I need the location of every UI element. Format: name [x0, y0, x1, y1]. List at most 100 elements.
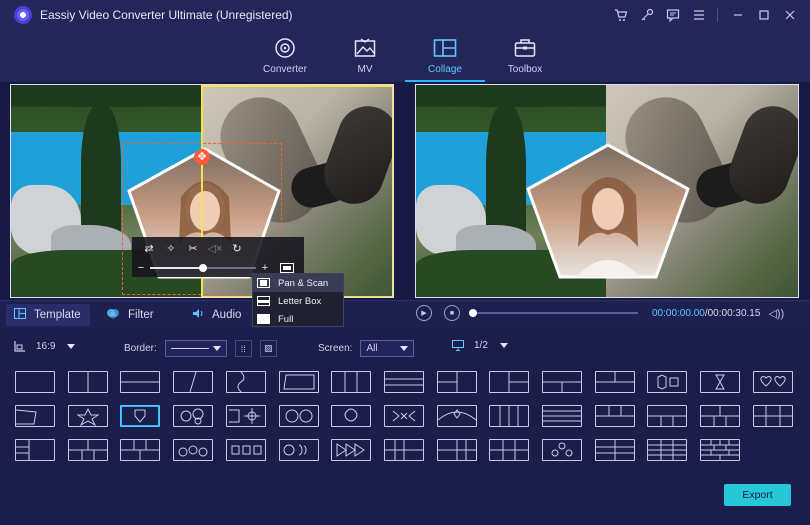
close-icon[interactable] [778, 3, 802, 27]
dropdown-item-letter-box[interactable]: Letter Box [253, 292, 343, 310]
dropdown-item-pan-scan[interactable]: Pan & Scan [253, 274, 343, 292]
template-layout-icon [231, 445, 262, 455]
collage-template-option[interactable] [542, 371, 582, 393]
template-layout-icon [648, 440, 687, 460]
chevron-down-icon [212, 346, 221, 351]
timeline-handle[interactable] [469, 309, 477, 317]
collage-template-option[interactable] [331, 405, 372, 427]
template-layout-icon [648, 415, 687, 426]
zoom-slider-handle[interactable] [199, 264, 207, 272]
border-style-select[interactable] [164, 340, 227, 357]
collage-template-option[interactable] [383, 439, 424, 461]
template-layout-icon [344, 408, 358, 422]
collage-template-option[interactable] [331, 439, 372, 461]
screen-select[interactable]: All [360, 340, 415, 357]
collage-template-option[interactable] [225, 439, 266, 461]
template-layout-icon [336, 443, 366, 457]
cart-icon[interactable] [609, 3, 633, 27]
collage-template-option[interactable] [647, 371, 688, 393]
collage-template-option[interactable] [436, 405, 477, 427]
template-layout-icon [180, 408, 204, 425]
collage-template-option[interactable] [436, 439, 477, 461]
stop-icon[interactable]: ■ [444, 305, 460, 321]
collage-template-option[interactable] [67, 405, 108, 427]
volume-icon[interactable]: ◁)) [768, 307, 784, 320]
collage-preview-canvas [415, 84, 799, 298]
tab-audio[interactable]: Audio [184, 304, 249, 326]
collage-template-option[interactable] [120, 405, 161, 427]
collage-template-option[interactable] [15, 405, 55, 427]
collage-template-option[interactable] [173, 439, 214, 461]
collage-template-option[interactable] [120, 439, 161, 461]
nav-converter[interactable]: Converter [245, 30, 325, 82]
collage-template-option[interactable] [436, 371, 477, 393]
nav-label: Converter [263, 64, 307, 75]
tab-filter[interactable]: Filter [98, 304, 162, 326]
collage-edit-canvas[interactable]: ✥ ⇄ ✧ ✂ ◁× ↻ − + [10, 84, 394, 298]
border-pattern-icon[interactable]: ▨ [259, 340, 277, 357]
export-button[interactable]: Export [724, 484, 791, 506]
template-layout-icon [595, 440, 634, 460]
cut-icon[interactable]: ✂ [182, 241, 204, 257]
swap-icon[interactable]: ⇄ [138, 241, 160, 257]
full-icon [257, 314, 270, 324]
collage-template-option[interactable] [173, 371, 214, 393]
play-icon[interactable]: ▶ [416, 305, 432, 321]
nav-toolbox[interactable]: Toolbox [485, 30, 565, 82]
collage-template-option[interactable] [752, 405, 793, 427]
collage-template-option[interactable] [594, 439, 635, 461]
window-controls [607, 0, 802, 30]
collage-template-option[interactable] [225, 405, 266, 427]
border-grid-icon[interactable]: ⁞⁞ [234, 340, 252, 357]
collage-template-option[interactable] [278, 371, 319, 393]
chat-icon[interactable] [661, 3, 685, 27]
collage-template-option[interactable] [67, 371, 108, 393]
collage-template-option[interactable] [489, 405, 530, 427]
nav-mv[interactable]: MV [325, 30, 405, 82]
collage-template-option[interactable] [700, 405, 741, 427]
collage-template-option[interactable] [278, 405, 319, 427]
mute-icon[interactable]: ◁× [204, 241, 226, 257]
collage-template-option[interactable] [542, 439, 582, 461]
collage-template-option[interactable] [700, 371, 741, 393]
collage-template-option[interactable] [331, 371, 372, 393]
collage-template-option[interactable] [594, 405, 635, 427]
maximize-icon[interactable] [752, 3, 776, 27]
collage-template-option[interactable] [15, 371, 55, 393]
collage-template-option[interactable] [647, 439, 688, 461]
template-layout-icon [760, 376, 786, 387]
rotate-icon[interactable]: ↻ [226, 241, 248, 257]
collage-template-option[interactable] [542, 405, 582, 427]
effects-icon[interactable]: ✧ [160, 241, 182, 257]
minimize-icon[interactable] [726, 3, 750, 27]
collage-template-option[interactable] [700, 439, 741, 461]
collage-template-option[interactable] [383, 405, 424, 427]
collage-template-option[interactable] [15, 439, 55, 461]
move-handle-icon[interactable]: ✥ [194, 149, 210, 165]
collage-template-option[interactable] [120, 371, 161, 393]
collage-template-option[interactable] [489, 371, 530, 393]
dropdown-item-full[interactable]: Full [253, 310, 343, 328]
aspect-ratio-select[interactable]: 16:9 [14, 340, 76, 352]
key-icon[interactable] [635, 3, 659, 27]
fit-mode-icon[interactable] [280, 263, 294, 273]
collage-template-option[interactable] [752, 371, 793, 393]
nav-collage[interactable]: Collage [405, 30, 485, 82]
collage-template-option[interactable] [383, 371, 424, 393]
collage-template-option[interactable] [225, 371, 266, 393]
zoom-out-button[interactable]: − [136, 262, 146, 274]
collage-template-option[interactable] [67, 439, 108, 461]
page-select[interactable]: 1/2 [452, 340, 508, 351]
collage-template-option[interactable] [647, 405, 688, 427]
collage-template-option[interactable] [489, 439, 530, 461]
template-layout-icon [76, 407, 100, 426]
zoom-slider[interactable] [150, 264, 256, 272]
template-layout-icon [16, 372, 54, 392]
menu-icon[interactable] [687, 3, 711, 27]
collage-template-option[interactable] [594, 371, 635, 393]
collage-template-option[interactable] [278, 439, 319, 461]
timeline-slider[interactable] [469, 309, 638, 317]
template-layout-icon [16, 440, 30, 460]
collage-template-option[interactable] [173, 405, 214, 427]
tab-template[interactable]: Template [6, 304, 90, 326]
